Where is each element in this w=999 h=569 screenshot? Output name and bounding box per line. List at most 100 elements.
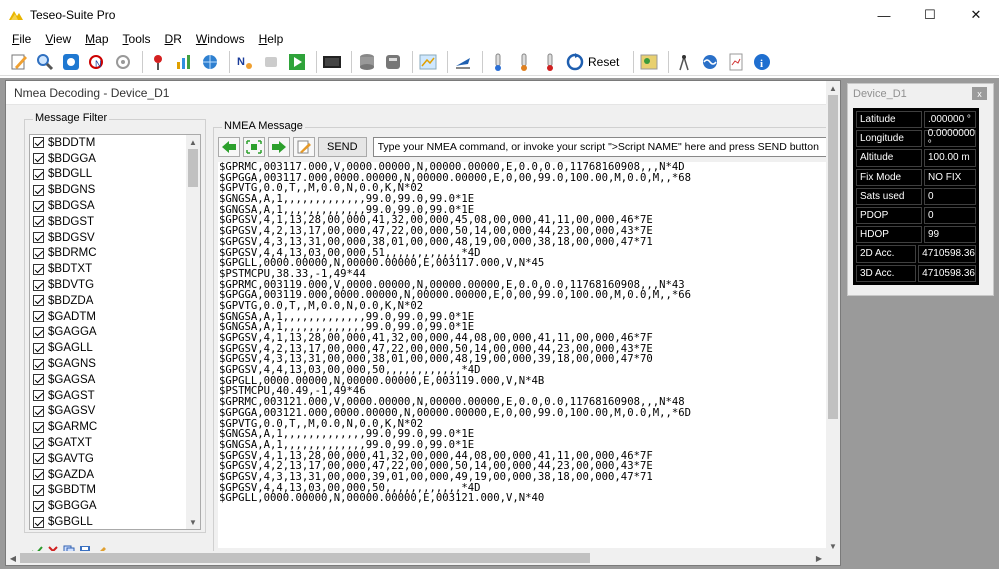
filter-checkbox[interactable] xyxy=(33,437,44,449)
filter-item[interactable]: $GAGST xyxy=(30,388,200,404)
thermometer-red-icon[interactable] xyxy=(539,51,561,73)
scroll-up-arrow[interactable]: ▲ xyxy=(186,135,200,149)
globe-icon[interactable] xyxy=(199,51,221,73)
filter-checkbox[interactable] xyxy=(33,311,44,323)
menu-file[interactable]: File xyxy=(0,32,38,46)
filter-item[interactable]: $BDRMC xyxy=(30,246,200,262)
child-horizontal-scrollbar[interactable]: ◀ ▶ xyxy=(6,551,828,565)
filter-checkbox[interactable] xyxy=(33,405,44,417)
scroll-thumb[interactable] xyxy=(188,149,198,187)
thermometer-blue-icon[interactable] xyxy=(487,51,509,73)
filter-item[interactable]: $GADTM xyxy=(30,309,200,325)
bar-chart-icon[interactable] xyxy=(173,51,195,73)
filter-checkbox[interactable] xyxy=(33,263,44,275)
filter-checkbox[interactable] xyxy=(33,326,44,338)
menu-tools[interactable]: Tools xyxy=(116,32,158,46)
filter-item[interactable]: $GAVTG xyxy=(30,451,200,467)
filter-item[interactable]: $GAGGA xyxy=(30,325,200,341)
menu-windows[interactable]: Windows xyxy=(189,32,252,46)
prev-arrow-icon[interactable] xyxy=(218,137,240,157)
filter-checkbox[interactable] xyxy=(33,358,44,370)
filter-checkbox[interactable] xyxy=(33,200,44,212)
child-vertical-scrollbar[interactable]: ▲ ▼ xyxy=(826,81,840,553)
filter-item[interactable]: $GAGSV xyxy=(30,404,200,420)
menu-dr[interactable]: DR xyxy=(158,32,189,46)
menu-help[interactable]: Help xyxy=(252,32,291,46)
scroll-left-arrow[interactable]: ◀ xyxy=(6,551,20,565)
scroll-thumb[interactable] xyxy=(20,553,590,563)
settings-icon[interactable] xyxy=(60,51,82,73)
message-filter-list[interactable]: $BDDTM $BDGGA $BDGLL $BDGNS $BDGSA $BDGST $BDG… xyxy=(29,134,201,530)
filter-item[interactable]: $BDTXT xyxy=(30,261,200,277)
play-icon[interactable] xyxy=(286,51,308,73)
menu-view[interactable]: View xyxy=(38,32,78,46)
filter-checkbox[interactable] xyxy=(33,453,44,465)
device-close-button[interactable]: x xyxy=(972,87,987,100)
filter-checkbox[interactable] xyxy=(33,216,44,228)
scroll-down-arrow[interactable]: ▼ xyxy=(826,539,840,553)
filter-item[interactable]: $BDGST xyxy=(30,214,200,230)
menu-map[interactable]: Map xyxy=(78,32,115,46)
location-pin-icon[interactable] xyxy=(147,51,169,73)
expand-icon[interactable] xyxy=(243,137,265,157)
maximize-button[interactable]: ☐ xyxy=(907,0,953,30)
filter-item[interactable]: $GAGLL xyxy=(30,340,200,356)
filter-item[interactable]: $BDGGA xyxy=(30,151,200,167)
filter-item[interactable]: $GBGLL xyxy=(30,514,200,529)
filter-checkbox[interactable] xyxy=(33,247,44,259)
wave-icon[interactable] xyxy=(699,51,721,73)
filter-checkbox[interactable] xyxy=(33,295,44,307)
close-button[interactable]: ✕ xyxy=(953,0,999,30)
database-icon[interactable] xyxy=(356,51,378,73)
filter-checkbox[interactable] xyxy=(33,390,44,402)
filter-item[interactable]: $GATXT xyxy=(30,435,200,451)
filter-list-scrollbar[interactable]: ▲ ▼ xyxy=(186,135,200,529)
filter-item[interactable]: $BDDTM xyxy=(30,135,200,151)
info-icon[interactable]: i xyxy=(751,51,773,73)
filter-checkbox[interactable] xyxy=(33,516,44,528)
world-map-icon[interactable] xyxy=(638,51,660,73)
thermometer-orange-icon[interactable] xyxy=(513,51,535,73)
filter-item[interactable]: $BDZDA xyxy=(30,293,200,309)
map-icon[interactable] xyxy=(417,51,439,73)
nmea-command-input[interactable] xyxy=(372,137,833,157)
scroll-down-arrow[interactable]: ▼ xyxy=(186,515,200,529)
filter-checkbox[interactable] xyxy=(33,421,44,433)
filter-item[interactable]: $GAZDA xyxy=(30,467,200,483)
nmea-icon[interactable]: N xyxy=(234,51,256,73)
filter-item[interactable]: $GAGSA xyxy=(30,372,200,388)
filter-checkbox[interactable] xyxy=(33,279,44,291)
filter-item[interactable]: $BDGSA xyxy=(30,198,200,214)
terminal-icon[interactable] xyxy=(321,51,343,73)
edit-command-icon[interactable] xyxy=(293,137,315,157)
filter-item[interactable]: $BDGSV xyxy=(30,230,200,246)
send-button[interactable]: SEND xyxy=(318,137,367,157)
filter-checkbox[interactable] xyxy=(33,342,44,354)
nmea-message-log[interactable]: $GPRMC,003117.000,V,0000.00000,N,00000.0… xyxy=(218,162,830,548)
filter-checkbox[interactable] xyxy=(33,137,44,149)
disabled-tool-icon[interactable] xyxy=(260,51,282,73)
minimize-button[interactable]: — xyxy=(861,0,907,30)
filter-checkbox[interactable] xyxy=(33,469,44,481)
reset-button[interactable]: Reset xyxy=(565,52,619,72)
filter-checkbox[interactable] xyxy=(33,232,44,244)
filter-item[interactable]: $BDVTG xyxy=(30,277,200,293)
filter-item[interactable]: $BDGNS xyxy=(30,182,200,198)
filter-checkbox[interactable] xyxy=(33,184,44,196)
filter-checkbox[interactable] xyxy=(33,168,44,180)
scroll-right-arrow[interactable]: ▶ xyxy=(812,551,826,565)
report-icon[interactable] xyxy=(725,51,747,73)
filter-checkbox[interactable] xyxy=(33,484,44,496)
filter-checkbox[interactable] xyxy=(33,374,44,386)
filter-item[interactable]: $GBGGA xyxy=(30,498,200,514)
filter-item[interactable]: $GBDTM xyxy=(30,483,200,499)
plane-icon[interactable] xyxy=(452,51,474,73)
filter-checkbox[interactable] xyxy=(33,500,44,512)
scroll-up-arrow[interactable]: ▲ xyxy=(826,81,840,95)
next-arrow-icon[interactable] xyxy=(268,137,290,157)
filter-item[interactable]: $GAGNS xyxy=(30,356,200,372)
filter-checkbox[interactable] xyxy=(33,153,44,165)
filter-item[interactable]: $BDGLL xyxy=(30,167,200,183)
satellite-grey-icon[interactable] xyxy=(112,51,134,73)
filter-item[interactable]: $GARMC xyxy=(30,419,200,435)
